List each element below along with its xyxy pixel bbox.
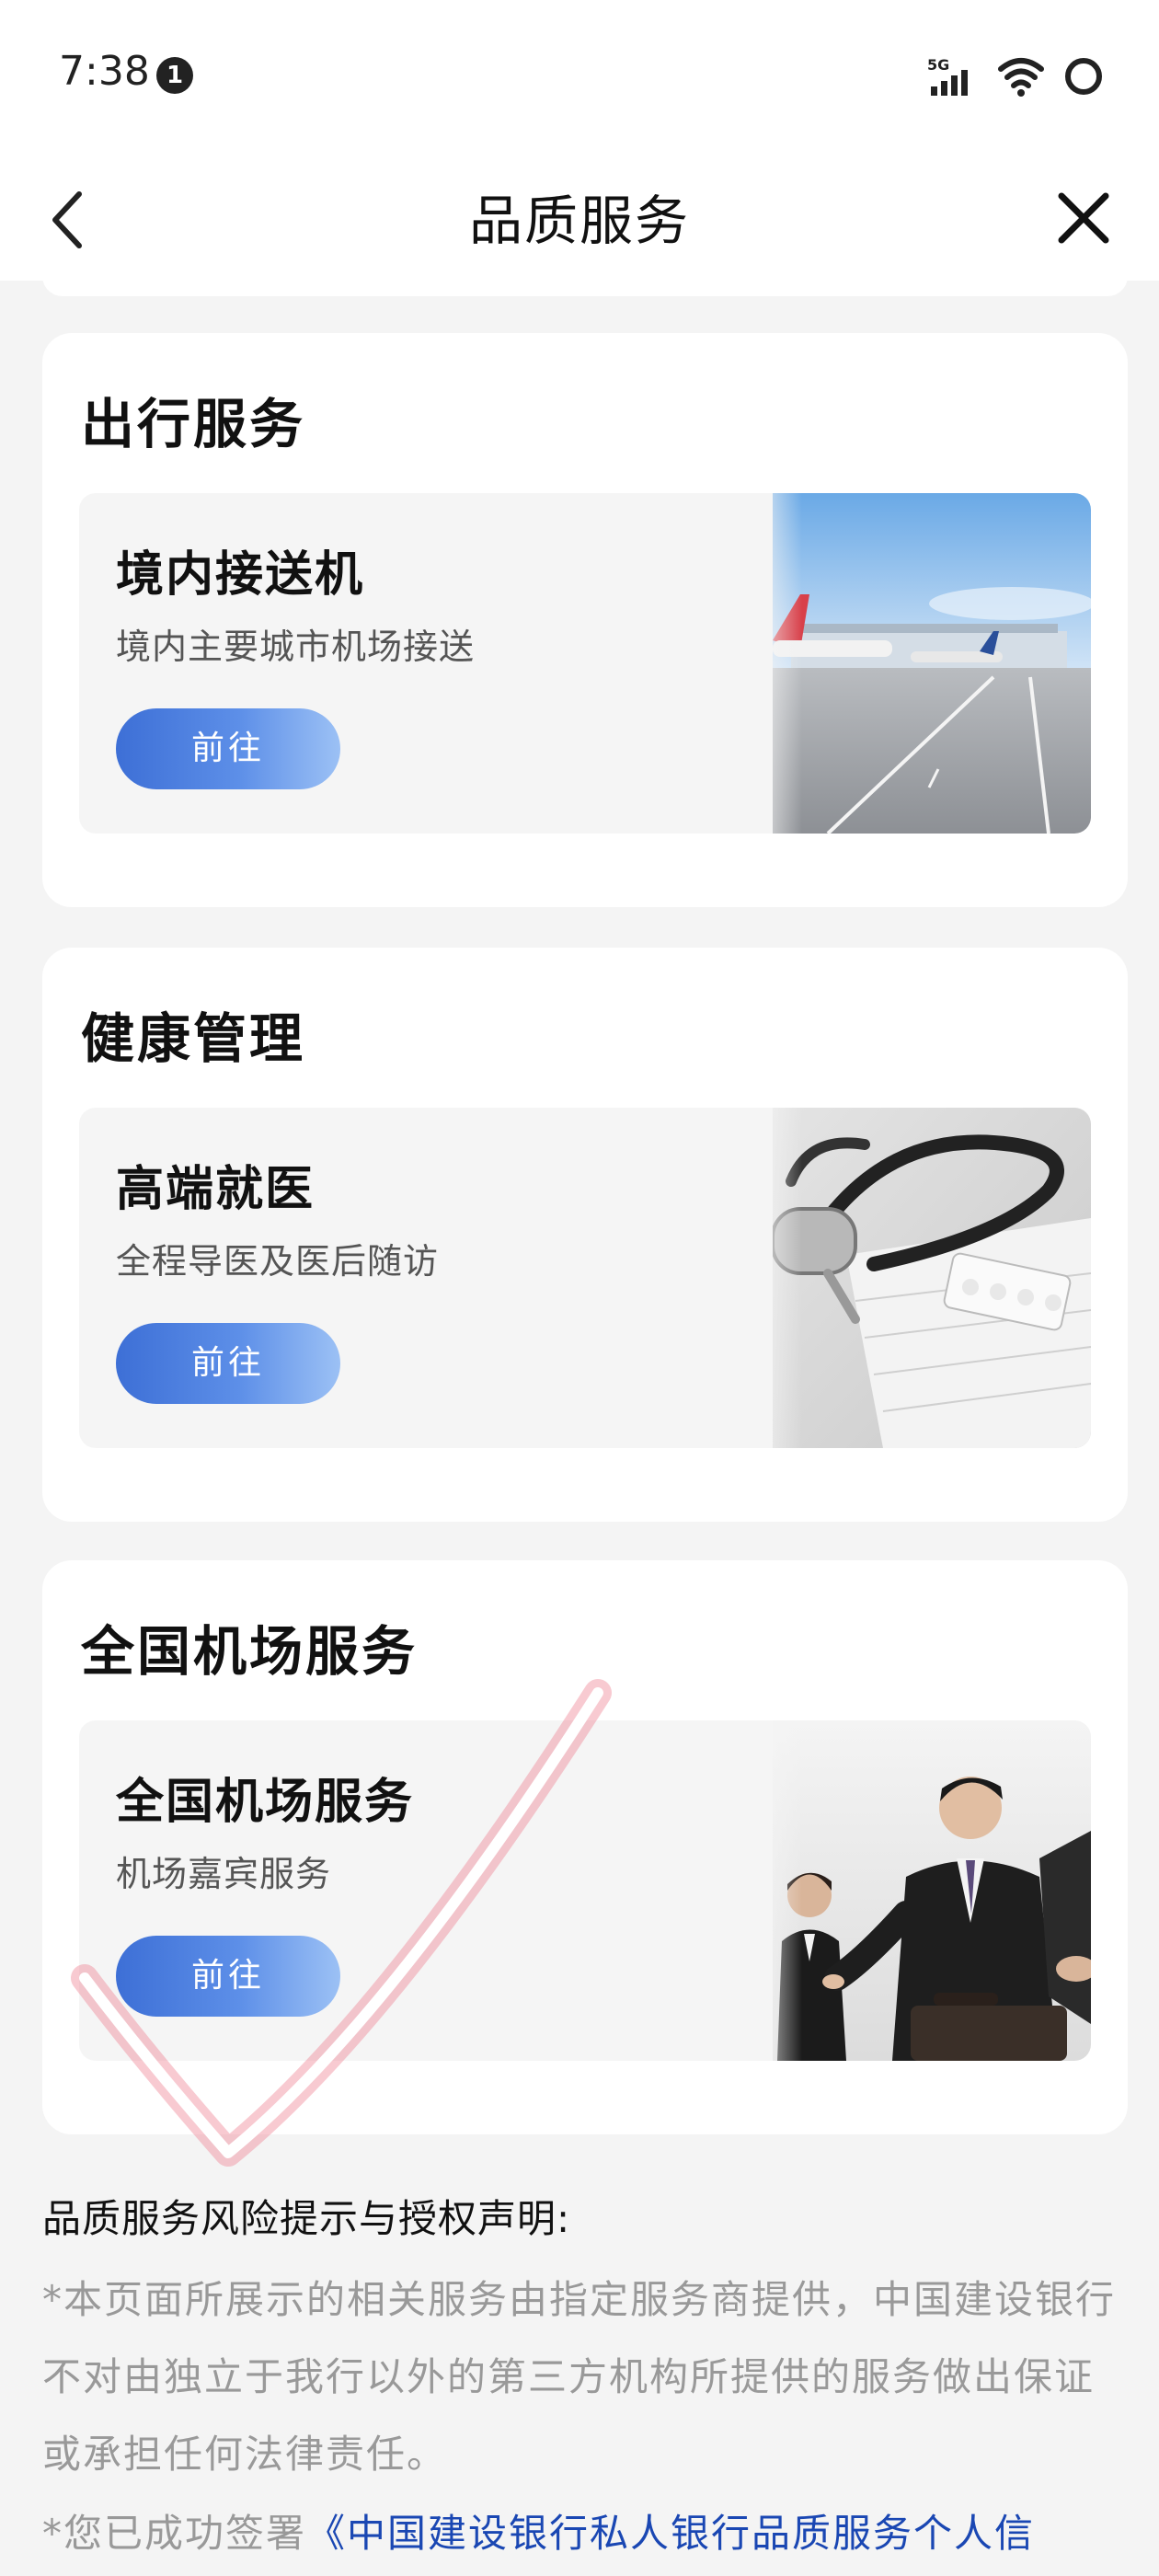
image-fade	[747, 1720, 802, 2061]
service-name: 全国机场服务	[116, 1775, 415, 1830]
signal-icon: 5G	[927, 56, 968, 96]
go-button[interactable]: 前往	[116, 1936, 340, 2017]
section-title: 全国机场服务	[81, 1620, 419, 1683]
close-button[interactable]	[1039, 172, 1128, 260]
section-travel: 出行服务 境内接送机 境内主要城市机场接送 前往	[42, 333, 1128, 907]
page-title: 品质服务	[468, 190, 690, 252]
go-button[interactable]: 前往	[116, 1323, 340, 1404]
agreement-prefix: *您已成功签署	[42, 2511, 307, 2556]
image-fade	[747, 493, 802, 834]
close-icon	[1058, 192, 1109, 244]
agreement-link[interactable]: 《中国建设银行私人银行品质服务个人信	[306, 2511, 1035, 2556]
notice-title: 品质服务风险提示与授权声明:	[42, 2196, 571, 2241]
image-fade	[747, 1108, 802, 1448]
notification-badge: 1	[156, 57, 193, 94]
service-description: 机场嘉宾服务	[116, 1854, 332, 1894]
service-card-medical[interactable]: 高端就医 全程导医及医后随访 前往	[79, 1108, 1091, 1448]
status-bar: 7:38 1 5G	[0, 0, 1159, 152]
wifi-icon	[998, 58, 1044, 97]
system-icons: 5G	[927, 53, 1104, 99]
section-health: 健康管理 高端就医 全程导医及医后随访 前往	[42, 948, 1128, 1522]
previous-card-edge	[42, 276, 1128, 296]
service-name: 高端就医	[116, 1162, 316, 1217]
service-card-airport-vip[interactable]: 全国机场服务 机场嘉宾服务 前往	[79, 1720, 1091, 2061]
section-title: 健康管理	[81, 1007, 306, 1070]
service-description: 境内主要城市机场接送	[116, 627, 476, 667]
notice-agreement: *您已成功签署《中国建设银行私人银行品质服务个人信	[42, 2502, 1137, 2559]
notice-body: *本页面所展示的相关服务由指定服务商提供，中国建设银行不对由独立于我行以外的第三…	[42, 2277, 1117, 2477]
section-airport: 全国机场服务 全国机场服务 机场嘉宾服务 前往	[42, 1560, 1128, 2134]
network-label: 5G	[927, 56, 949, 74]
section-title: 出行服务	[81, 393, 306, 455]
service-name: 境内接送机	[116, 547, 365, 603]
service-description: 全程导医及医后随访	[116, 1241, 440, 1282]
airport-runway-image	[773, 493, 1091, 834]
status-time: 7:38	[59, 48, 150, 95]
battery-icon	[1065, 58, 1102, 95]
stethoscope-image	[773, 1108, 1091, 1448]
service-card-airport-transfer[interactable]: 境内接送机 境内主要城市机场接送 前往	[79, 493, 1091, 834]
go-button[interactable]: 前往	[116, 708, 340, 789]
airport-staff-image	[773, 1720, 1091, 2061]
nav-bar: 品质服务	[0, 152, 1159, 281]
